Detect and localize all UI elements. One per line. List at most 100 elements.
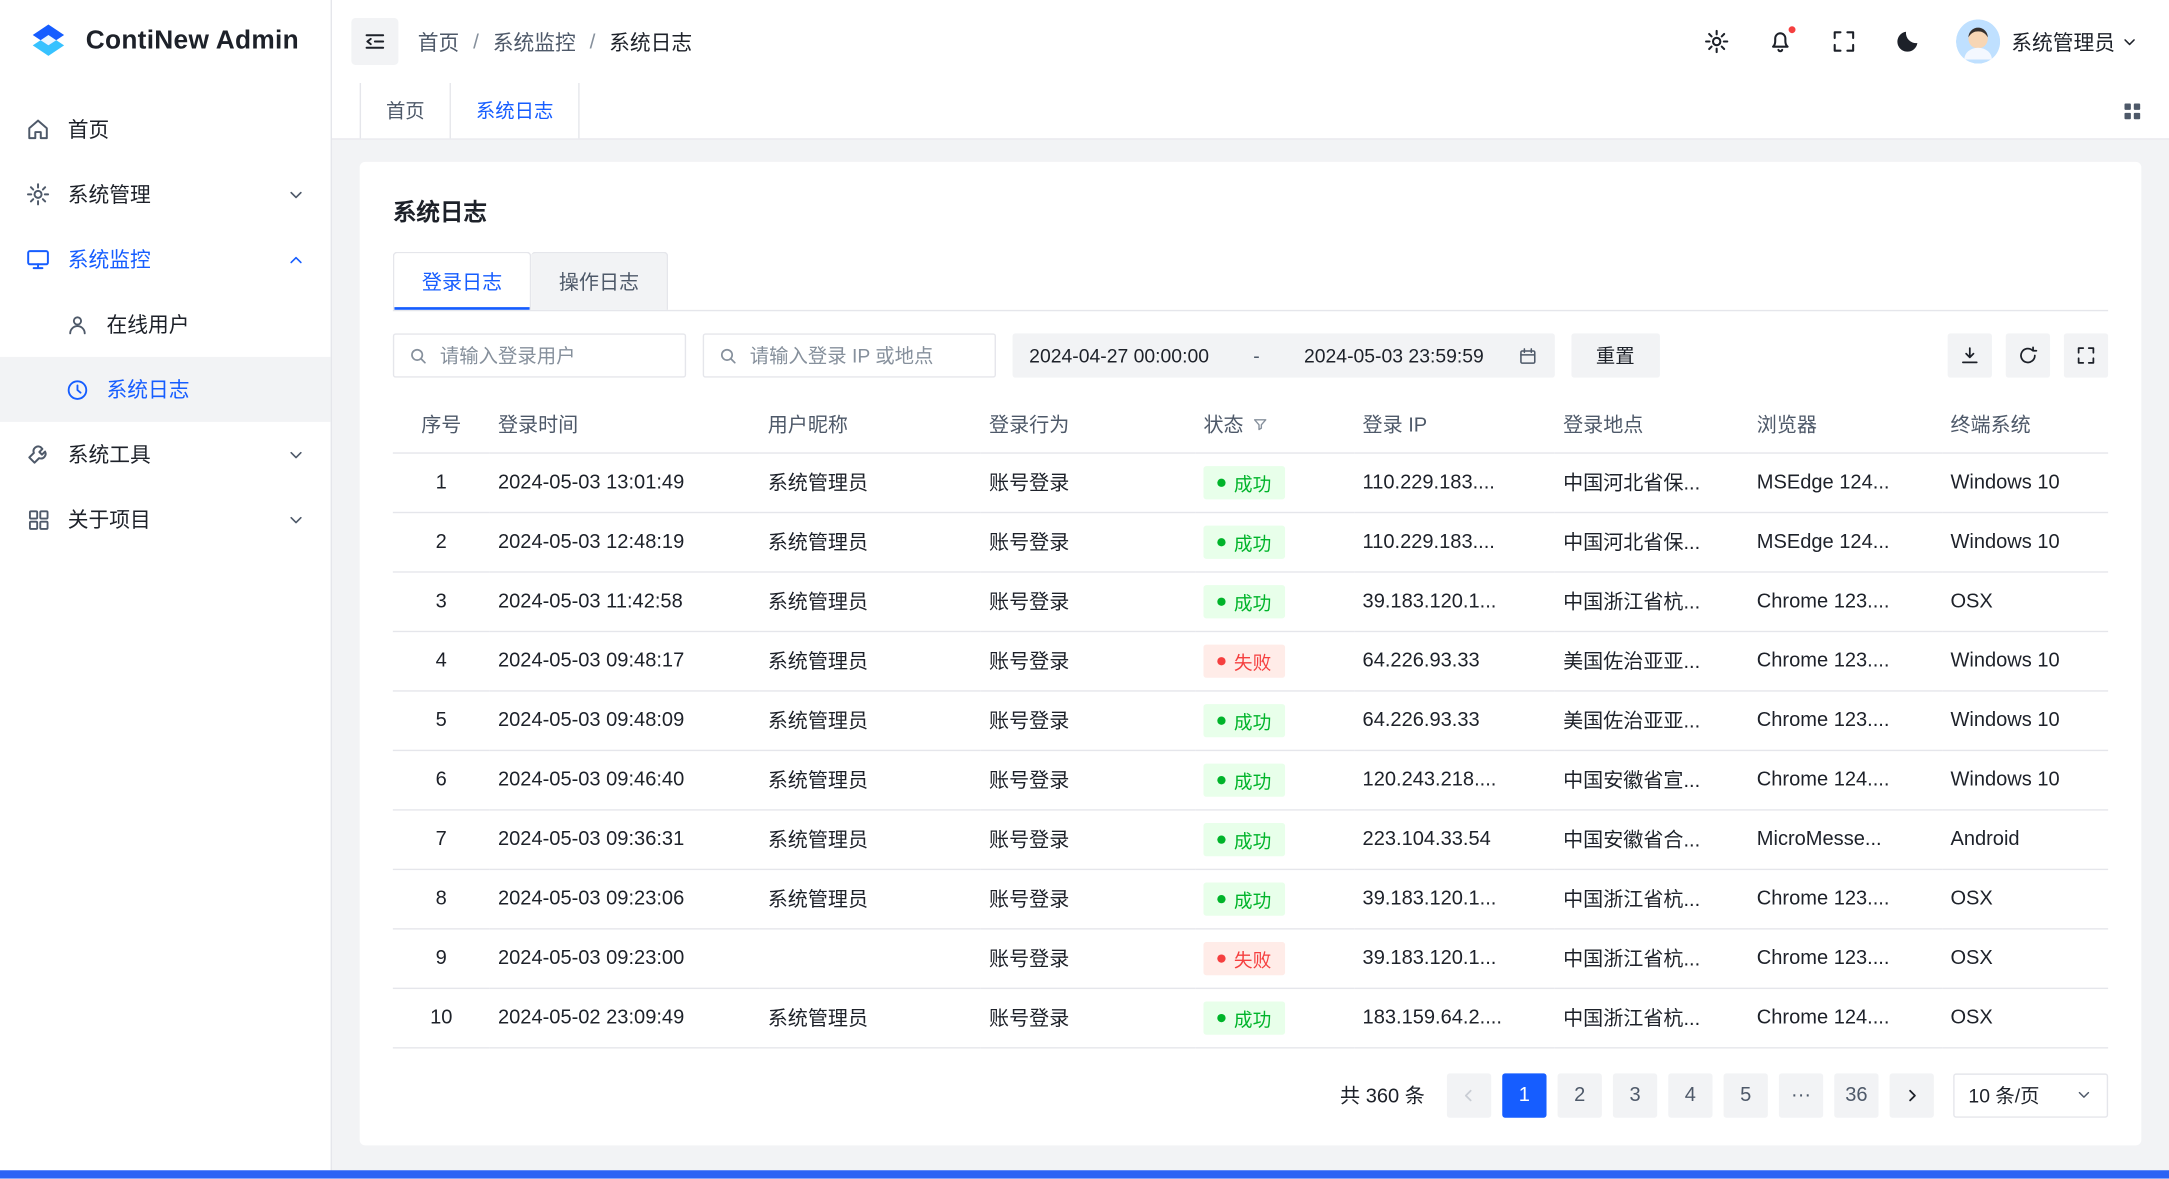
status-badge: 失败 — [1203, 941, 1285, 974]
logo-icon — [25, 18, 72, 65]
sidebar-item-label: 系统管理 — [68, 180, 270, 209]
status-badge: 成功 — [1203, 525, 1285, 558]
dark-mode-moon-icon[interactable] — [1892, 26, 1922, 56]
table-header-row: 序号 登录时间 用户昵称 登录行为 状态 — [393, 397, 2108, 452]
sidebar-item-system-management[interactable]: 系统管理 — [0, 162, 331, 227]
search-icon — [718, 345, 739, 366]
table-row: 9 2024-05-03 09:23:00 账号登录 失败 39.183.120… — [393, 928, 2108, 987]
sidebar-item-label: 关于项目 — [68, 505, 270, 534]
pagination-prev-button[interactable] — [1447, 1073, 1491, 1117]
page-tab-system-logs[interactable]: 系统日志 — [451, 83, 580, 138]
col-browser: 浏览器 — [1748, 397, 1942, 452]
table-row: 1 2024-05-03 13:01:49 系统管理员 账号登录 成功 110.… — [393, 452, 2108, 511]
apps-grid-icon — [25, 506, 51, 532]
reset-button[interactable]: 重置 — [1571, 333, 1660, 377]
login-ip-input[interactable] — [750, 344, 981, 366]
header-actions: 系统管理员 — [1701, 19, 2138, 63]
sidebar-menu: 首页 系统管理 系统监控 — [0, 83, 331, 552]
status-badge: 失败 — [1203, 644, 1285, 677]
user-menu[interactable]: 系统管理员 — [1956, 19, 2139, 63]
sidebar-item-system-monitor[interactable]: 系统监控 — [0, 227, 331, 292]
table-row: 2 2024-05-03 12:48:19 系统管理员 账号登录 成功 110.… — [393, 512, 2108, 571]
sidebar-item-system-tools[interactable]: 系统工具 — [0, 422, 331, 487]
login-log-table: 序号 登录时间 用户昵称 登录行为 状态 — [393, 397, 2108, 1048]
login-user-input[interactable] — [440, 344, 671, 366]
table-row: 8 2024-05-03 09:23:06 系统管理员 账号登录 成功 39.1… — [393, 869, 2108, 928]
main-column: 首页 / 系统监控 / 系统日志 — [332, 0, 2169, 1179]
pagination-page-5[interactable]: 5 — [1724, 1073, 1768, 1117]
page-tabbar: 首页 系统日志 — [332, 83, 2169, 140]
page-size-select[interactable]: 10 条/页 — [1953, 1073, 2108, 1117]
user-icon — [64, 311, 90, 337]
search-icon — [408, 345, 429, 366]
col-login-time: 登录时间 — [490, 397, 760, 452]
chevron-up-icon — [286, 250, 305, 269]
login-ip-search[interactable] — [703, 333, 996, 377]
sidebar-item-label: 系统日志 — [107, 375, 306, 404]
table-row: 5 2024-05-03 09:48:09 系统管理员 账号登录 成功 64.2… — [393, 690, 2108, 749]
breadcrumb-item-current: 系统日志 — [609, 27, 692, 56]
sidebar-item-home[interactable]: 首页 — [0, 97, 331, 162]
table-row: 10 2024-05-02 23:09:49 系统管理员 账号登录 成功 183… — [393, 988, 2108, 1047]
breadcrumb-item-home[interactable]: 首页 — [418, 27, 460, 56]
menu-collapse-button[interactable] — [351, 18, 398, 65]
date-end: 2024-05-03 23:59:59 — [1304, 344, 1484, 366]
sidebar-item-label: 系统工具 — [68, 440, 270, 469]
sidebar-item-label: 在线用户 — [107, 310, 306, 339]
fullscreen-icon[interactable] — [1829, 26, 1859, 56]
pagination-page-1[interactable]: 1 — [1502, 1073, 1546, 1117]
breadcrumb-separator: / — [590, 30, 596, 54]
filter-toolbar: 2024-04-27 00:00:00 - 2024-05-03 23:59:5… — [393, 333, 2108, 377]
expand-icon[interactable] — [2064, 333, 2108, 377]
date-range-picker[interactable]: 2024-04-27 00:00:00 - 2024-05-03 23:59:5… — [1013, 333, 1555, 377]
chevron-down-icon — [2121, 33, 2139, 51]
status-badge: 成功 — [1203, 584, 1285, 617]
status-badge: 成功 — [1203, 703, 1285, 736]
app-window: ContiNew Admin 首页 系统管理 — [0, 0, 2169, 1179]
pagination: 共 360 条 1 2 3 4 5 ··· 36 10 条/页 — [393, 1073, 2108, 1117]
page-size-value: 10 条/页 — [1968, 1081, 2039, 1109]
status-badge: 成功 — [1203, 1001, 1285, 1034]
date-start: 2024-04-27 00:00:00 — [1029, 344, 1209, 366]
notification-badge — [1787, 25, 1797, 35]
page-tab-home[interactable]: 首页 — [360, 83, 451, 138]
user-name: 系统管理员 — [2011, 27, 2138, 56]
notification-bell-icon[interactable] — [1765, 26, 1795, 56]
sidebar-item-online-users[interactable]: 在线用户 — [0, 292, 331, 357]
breadcrumb-separator: / — [473, 30, 479, 54]
login-user-search[interactable] — [393, 333, 686, 377]
home-icon — [25, 116, 51, 142]
download-icon[interactable] — [1948, 333, 1992, 377]
tab-actions-grid-icon[interactable] — [2121, 83, 2169, 138]
filter-funnel-icon[interactable] — [1252, 416, 1269, 433]
tab-login-log[interactable]: 登录日志 — [393, 252, 531, 310]
chevron-down-icon — [2075, 1086, 2093, 1104]
table-actions — [1948, 333, 2108, 377]
col-no: 序号 — [393, 397, 490, 452]
pagination-page-3[interactable]: 3 — [1613, 1073, 1657, 1117]
refresh-icon[interactable] — [2006, 333, 2050, 377]
bottom-accent-bar — [0, 1170, 2169, 1178]
tab-operation-log[interactable]: 操作日志 — [531, 252, 668, 310]
chevron-down-icon — [286, 445, 305, 464]
col-behavior: 登录行为 — [981, 397, 1195, 452]
log-tabs: 登录日志 操作日志 — [393, 252, 2108, 311]
sidebar-item-about-project[interactable]: 关于项目 — [0, 487, 331, 552]
sidebar-item-system-logs[interactable]: 系统日志 — [0, 357, 331, 422]
pagination-next-button[interactable] — [1890, 1073, 1934, 1117]
pagination-ellipsis[interactable]: ··· — [1779, 1073, 1823, 1117]
avatar[interactable] — [1956, 19, 2000, 63]
status-badge: 成功 — [1203, 465, 1285, 498]
col-os: 终端系统 — [1942, 397, 2108, 452]
pagination-page-36[interactable]: 36 — [1834, 1073, 1878, 1117]
status-badge: 成功 — [1203, 763, 1285, 796]
table-row: 3 2024-05-03 11:42:58 系统管理员 账号登录 成功 39.1… — [393, 571, 2108, 630]
pagination-page-2[interactable]: 2 — [1558, 1073, 1602, 1117]
col-location: 登录地点 — [1555, 397, 1749, 452]
monitor-icon — [25, 246, 51, 272]
settings-gear-icon[interactable] — [1701, 26, 1731, 56]
clock-icon — [64, 376, 90, 402]
system-log-card: 系统日志 登录日志 操作日志 — [360, 162, 2142, 1145]
breadcrumb-item-monitor[interactable]: 系统监控 — [493, 27, 576, 56]
pagination-page-4[interactable]: 4 — [1668, 1073, 1712, 1117]
